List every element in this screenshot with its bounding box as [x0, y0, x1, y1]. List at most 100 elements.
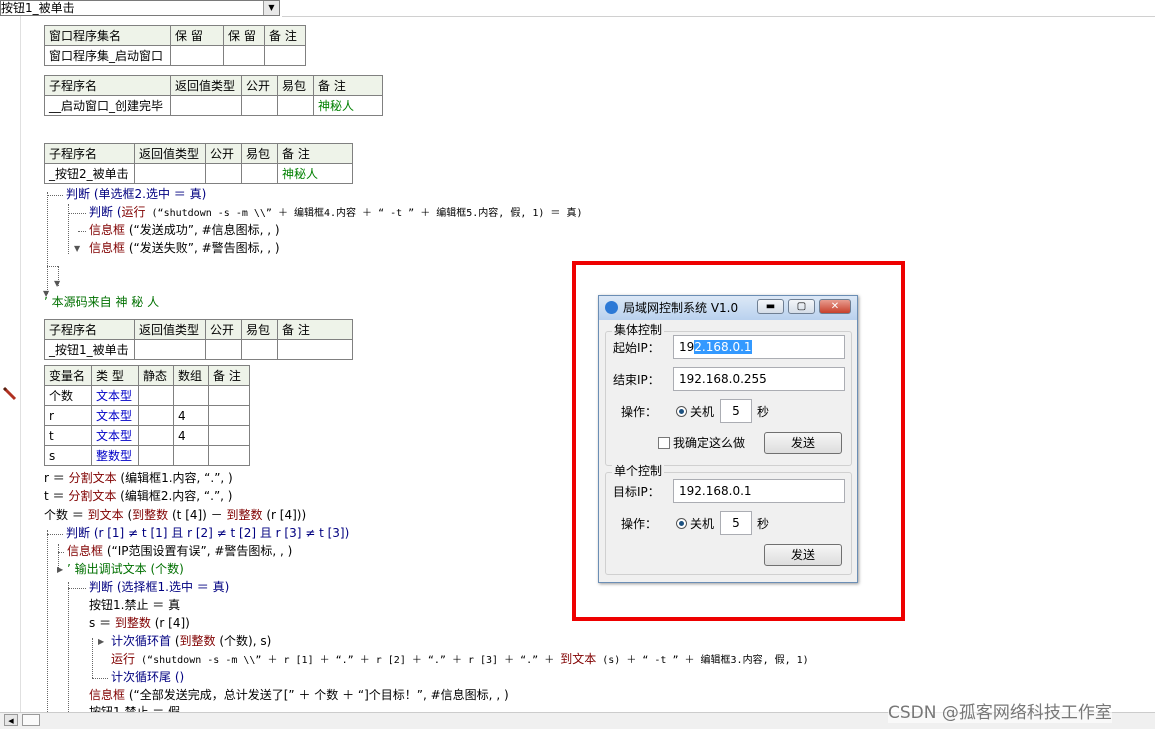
table-cell: s	[44, 445, 92, 466]
scroll-thumb[interactable]	[22, 714, 40, 726]
send-button[interactable]: 发送	[764, 544, 842, 566]
table-cell[interactable]	[223, 45, 265, 66]
table-cell[interactable]	[241, 339, 278, 360]
header-cell: 数组	[173, 365, 209, 386]
code-text: 判断 (	[89, 205, 122, 219]
code-line[interactable]: 信息框 (“发送失败”, #警告图标, , )	[89, 240, 280, 257]
seconds-input[interactable]: 5	[720, 399, 752, 423]
table-cell[interactable]: 神秘人	[277, 163, 353, 184]
target-ip-input[interactable]: 192.168.0.1	[673, 479, 845, 503]
scroll-left-icon[interactable]: ◀	[4, 714, 18, 726]
table-cell[interactable]	[264, 45, 306, 66]
code-function: 信息框	[89, 223, 126, 237]
code-text: r ＝	[44, 471, 69, 485]
code-function: 分割文本	[68, 489, 117, 503]
header-cell: 易包	[277, 75, 314, 96]
table-cell[interactable]	[277, 95, 314, 116]
code-line[interactable]: 个数 ＝ 到文本 (到整数 (t [4]) － 到整数 (r [4]))	[44, 507, 306, 524]
maximize-icon[interactable]: ▢	[788, 299, 815, 314]
table-cell: 4	[173, 425, 209, 446]
table-cell[interactable]: _按钮2_被单击	[44, 163, 135, 184]
table-cell[interactable]	[277, 339, 353, 360]
header-cell: 备 注	[208, 365, 250, 386]
header-cell: 返回值类型	[170, 75, 242, 96]
table-cell[interactable]: 窗口程序集_启动窗口	[44, 45, 171, 66]
code-line[interactable]: t ＝ 分割文本 (编辑框2.内容, “.”, )	[44, 488, 233, 505]
subroutine-selector[interactable]: 按钮1_被单击 ▼	[0, 0, 280, 16]
table-cell[interactable]: 神秘人	[313, 95, 383, 116]
table-cell[interactable]	[134, 339, 206, 360]
table-cell[interactable]	[170, 45, 224, 66]
chevron-down-icon[interactable]: ▼	[263, 1, 279, 15]
table-row[interactable]: s 整数型	[44, 445, 250, 466]
comment-line[interactable]: ’ 本源码来自 神 秘 人	[44, 294, 159, 311]
flow-guide	[78, 231, 86, 232]
code-line[interactable]: 判断 (r [1] ≠ t [1] 且 r [2] ≠ t [2] 且 r [3…	[66, 525, 349, 542]
code-text: (编辑框1.内容, “.”, )	[116, 471, 233, 485]
code-line[interactable]: 判断 (运行 (“shutdown -s -m \\” ＋ 编辑框4.内容 ＋ …	[89, 204, 582, 221]
target-ip-label: 目标IP：	[613, 485, 660, 499]
table-cell[interactable]: _按钮1_被单击	[44, 339, 135, 360]
seconds-unit: 秒	[757, 517, 770, 531]
send-button[interactable]: 发送	[764, 432, 842, 454]
code-text: (“IP范围设置有误”, #警告图标, , )	[103, 544, 293, 558]
dialog-titlebar[interactable]: 局域网控制系统 V1.0 ▬ ▢ ✕	[599, 296, 857, 320]
table-cell: 文本型	[91, 385, 139, 406]
dialog-window: 局域网控制系统 V1.0 ▬ ▢ ✕ 集体控制 起始IP： 192.168.0.…	[598, 295, 858, 583]
table-row[interactable]: r 文本型 4	[44, 405, 250, 426]
table-cell[interactable]	[134, 163, 206, 184]
code-line[interactable]: 计次循环尾 ()	[111, 669, 184, 686]
table-row[interactable]: 个数 文本型	[44, 385, 250, 406]
header-cell: 易包	[241, 319, 278, 340]
code-function: 到整数	[114, 616, 151, 630]
code-line[interactable]: 信息框 (“发送成功”, #信息图标, , )	[89, 222, 280, 239]
code-text: (“发送成功”, #信息图标, , )	[125, 223, 280, 237]
code-line[interactable]: 判断 (选择框1.选中 ＝ 真)	[89, 579, 229, 596]
code-text: (个数), s)	[215, 634, 272, 648]
header-cell: 备 注	[277, 319, 353, 340]
table-cell	[208, 405, 250, 426]
header-cell: 公开	[205, 319, 242, 340]
table-cell	[138, 405, 174, 426]
code-line[interactable]: 信息框 (“全部发送完成，总计发送了[” ＋ 个数 ＋ “]个目标！”, #信息…	[89, 687, 509, 704]
code-line[interactable]: 按钮1.禁止 ＝ 真	[89, 597, 180, 614]
code-function: 到文本	[560, 652, 597, 666]
end-ip-input[interactable]: 192.168.0.255	[673, 367, 845, 391]
subroutine-table-3: 子程序名 返回值类型 公开 易包 备 注 _按钮1_被单击	[44, 319, 353, 360]
table-cell[interactable]	[241, 95, 278, 116]
table-cell[interactable]	[205, 339, 242, 360]
seconds-input[interactable]: 5	[720, 511, 752, 535]
comment-line[interactable]: ’ 输出调试文本 (个数)	[67, 561, 184, 578]
code-line[interactable]: 判断 (单选框2.选中 ＝ 真)	[66, 186, 206, 203]
code-line[interactable]: s ＝ 到整数 (r [4])	[89, 615, 190, 632]
code-text: (“发送失败”, #警告图标, , )	[125, 241, 280, 255]
header-cell: 子程序名	[44, 319, 135, 340]
close-icon[interactable]: ✕	[819, 299, 851, 314]
code-line[interactable]: 按钮1.禁止 ＝ 假	[89, 704, 180, 712]
confirm-checkbox[interactable]	[658, 437, 670, 449]
code-line[interactable]: r ＝ 分割文本 (编辑框1.内容, “.”, )	[44, 470, 233, 487]
table-row[interactable]: t 文本型 4	[44, 425, 250, 446]
table-cell[interactable]	[205, 163, 242, 184]
code-text: (编辑框2.内容, “.”, )	[116, 489, 233, 503]
table-cell: r	[44, 405, 92, 426]
shutdown-radio[interactable]	[676, 406, 687, 417]
start-ip-input[interactable]: 192.168.0.1	[673, 335, 845, 359]
table-cell[interactable]	[170, 95, 242, 116]
code-line[interactable]: 运行 (“shutdown -s -m \\” ＋ r [1] ＋ “.” ＋ …	[111, 651, 809, 668]
header-cell: 保 留	[170, 25, 224, 46]
flow-guide	[68, 213, 86, 214]
flow-guide	[47, 192, 48, 294]
shutdown-radio[interactable]	[676, 518, 687, 529]
header-cell: 备 注	[277, 143, 353, 164]
table-cell[interactable]	[241, 163, 278, 184]
code-function: 到文本	[87, 508, 124, 522]
header-cell: 保 留	[223, 25, 265, 46]
code-line[interactable]: 信息框 (“IP范围设置有误”, #警告图标, , )	[67, 543, 292, 560]
minimize-icon[interactable]: ▬	[757, 299, 784, 314]
table-cell[interactable]: __启动窗口_创建完毕	[44, 95, 171, 116]
window-assembly-table: 窗口程序集名 保 留 保 留 备 注 窗口程序集_启动窗口	[44, 25, 306, 66]
code-line[interactable]: 计次循环首 (到整数 (个数), s)	[111, 633, 271, 650]
arrow-icon: ▼	[74, 244, 81, 253]
table-cell: 整数型	[91, 445, 139, 466]
